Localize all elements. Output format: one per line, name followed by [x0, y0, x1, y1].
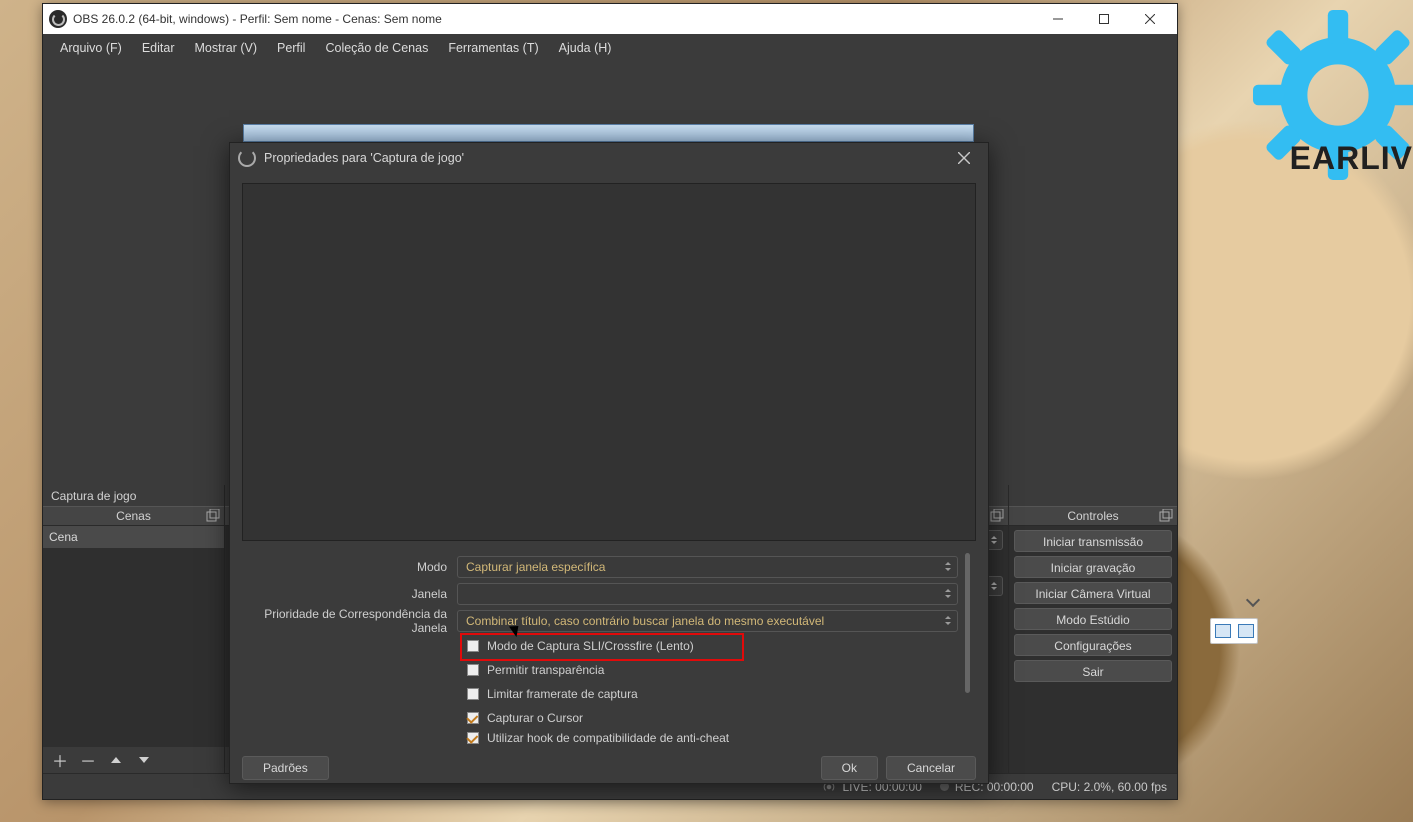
window-title: OBS 26.0.2 (64-bit, windows) - Perfil: S…: [73, 12, 442, 26]
checkbox-icon: [467, 732, 479, 744]
ok-button[interactable]: Ok: [821, 756, 878, 780]
defaults-button[interactable]: Padrões: [242, 756, 329, 780]
studio-mode-button[interactable]: Modo Estúdio: [1014, 608, 1172, 630]
label-janela: Janela: [242, 587, 457, 601]
status-cpu: CPU: 2.0%, 60.00 fps: [1052, 780, 1167, 794]
menu-mostrar[interactable]: Mostrar (V): [185, 37, 266, 59]
label-prioridade: Prioridade de Correspondência da Janela: [242, 607, 457, 635]
close-button[interactable]: [1127, 4, 1173, 34]
brand-text: EARLIV: [1290, 140, 1413, 177]
menu-ferramentas[interactable]: Ferramentas (T): [439, 37, 547, 59]
settings-button[interactable]: Configurações: [1014, 634, 1172, 656]
menu-arquivo[interactable]: Arquivo (F): [51, 37, 131, 59]
obs-main-window: OBS 26.0.2 (64-bit, windows) - Perfil: S…: [42, 3, 1178, 800]
move-down-button[interactable]: [135, 751, 153, 769]
properties-dialog: Propriedades para 'Captura de jogo' Modo…: [229, 142, 989, 784]
popout-icon[interactable]: [990, 509, 1004, 523]
source-item-label[interactable]: Captura de jogo: [43, 485, 224, 506]
maximize-button[interactable]: [1081, 4, 1127, 34]
popout-icon[interactable]: [206, 509, 220, 523]
checkbox-icon: [467, 664, 479, 676]
checkbox-anticheat[interactable]: Utilizar hook de compatibilidade de anti…: [242, 730, 958, 746]
checkbox-framerate[interactable]: Limitar framerate de captura: [242, 682, 958, 706]
dialog-close-button[interactable]: [944, 143, 984, 173]
start-record-button[interactable]: Iniciar gravação: [1014, 556, 1172, 578]
exit-button[interactable]: Sair: [1014, 660, 1172, 682]
label-modo: Modo: [242, 560, 457, 574]
start-virtualcam-button[interactable]: Iniciar Câmera Virtual: [1014, 582, 1172, 604]
checkbox-icon: [467, 688, 479, 700]
dialog-preview: [242, 183, 976, 541]
select-modo[interactable]: Capturar janela específica: [457, 556, 958, 578]
minimize-button[interactable]: [1035, 4, 1081, 34]
obs-app-icon: [49, 10, 67, 28]
menubar: Arquivo (F) Editar Mostrar (V) Perfil Co…: [43, 34, 1177, 62]
scrollbar-thumb[interactable]: [965, 553, 970, 693]
start-stream-button[interactable]: Iniciar transmissão: [1014, 530, 1172, 552]
preview-window-stub: [243, 124, 974, 142]
add-scene-button[interactable]: ＋: [51, 751, 69, 769]
dialog-titlebar: Propriedades para 'Captura de jogo': [230, 143, 988, 173]
move-up-button[interactable]: [107, 751, 125, 769]
cancel-button[interactable]: Cancelar: [886, 756, 976, 780]
menu-editar[interactable]: Editar: [133, 37, 184, 59]
view-toggle-buttons[interactable]: [1210, 618, 1258, 644]
checkbox-cursor[interactable]: Capturar o Cursor: [242, 706, 958, 730]
popout-icon[interactable]: [1159, 509, 1173, 523]
menu-colecao[interactable]: Coleção de Cenas: [316, 37, 437, 59]
titlebar: OBS 26.0.2 (64-bit, windows) - Perfil: S…: [43, 4, 1177, 34]
scene-row[interactable]: Cena: [43, 526, 224, 548]
checkbox-transparencia[interactable]: Permitir transparência: [242, 658, 958, 682]
checkbox-sli[interactable]: Modo de Captura SLI/Crossfire (Lento): [242, 634, 958, 658]
panel-controles: Controles Iniciar transmissão Iniciar gr…: [1009, 485, 1177, 773]
menu-ajuda[interactable]: Ajuda (H): [550, 37, 621, 59]
dialog-title: Propriedades para 'Captura de jogo': [264, 151, 464, 165]
panel-cenas: Captura de jogo Cenas Cena ＋ －: [43, 485, 225, 773]
menu-perfil[interactable]: Perfil: [268, 37, 314, 59]
obs-icon: [238, 149, 256, 167]
checkbox-icon: [467, 640, 479, 652]
checkbox-icon: [467, 712, 479, 724]
remove-scene-button[interactable]: －: [79, 751, 97, 769]
panel-header-cenas: Cenas: [43, 506, 224, 526]
select-prioridade[interactable]: Combinar título, caso contrário buscar j…: [457, 610, 958, 632]
panel-header-controles: Controles: [1009, 506, 1177, 526]
select-janela[interactable]: [457, 583, 958, 605]
